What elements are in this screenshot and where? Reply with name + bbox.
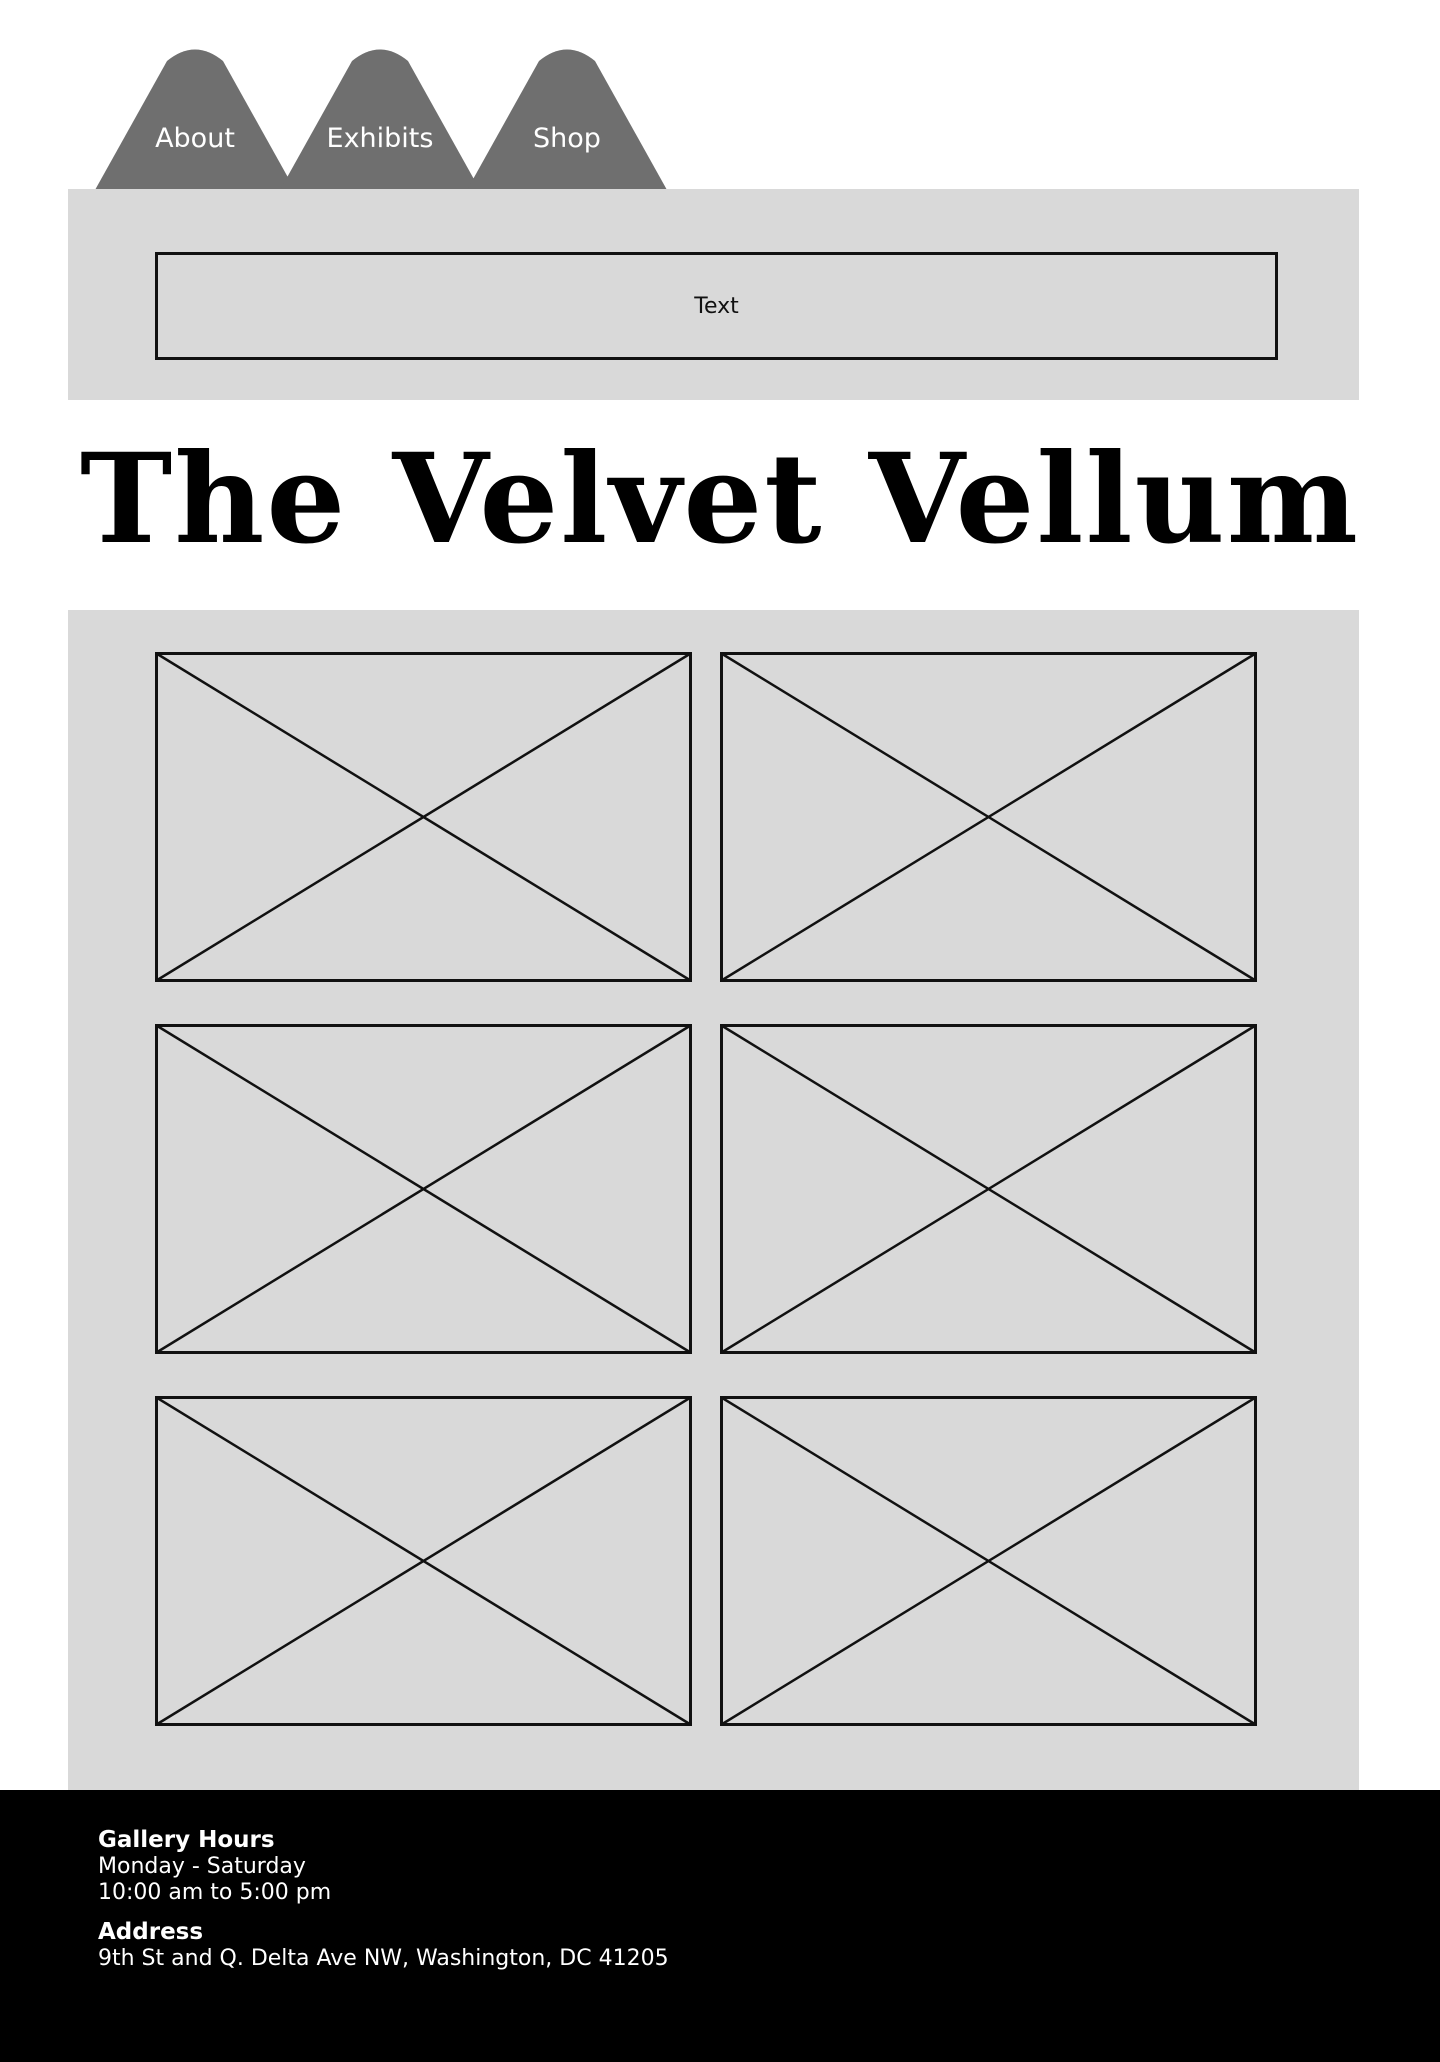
footer: Gallery Hours Monday - Saturday 10:00 am… bbox=[0, 1790, 1440, 2062]
image-placeholder[interactable] bbox=[155, 1024, 692, 1354]
image-placeholder[interactable] bbox=[720, 1024, 1257, 1354]
tab-shape bbox=[95, 49, 295, 190]
image-placeholder-icon bbox=[720, 1396, 1257, 1726]
gallery-hours-heading: Gallery Hours bbox=[98, 1827, 275, 1853]
nav-tab-about-label: About bbox=[155, 123, 235, 154]
nav-tab-exhibits-label: Exhibits bbox=[326, 123, 434, 154]
nav-tab-shop[interactable]: Shop bbox=[467, 48, 667, 190]
image-placeholder[interactable] bbox=[155, 1396, 692, 1726]
tab-shape bbox=[280, 49, 480, 190]
address-line: 9th St and Q. Delta Ave NW, Washington, … bbox=[98, 1946, 669, 1971]
gallery-panel bbox=[68, 610, 1359, 1790]
image-placeholder-icon bbox=[155, 1024, 692, 1354]
page-title: The Velvet Vellum bbox=[80, 427, 1360, 572]
image-placeholder[interactable] bbox=[720, 652, 1257, 982]
text-box[interactable]: Text bbox=[155, 252, 1278, 360]
gallery-hours-days: Monday - Saturday bbox=[98, 1854, 306, 1879]
image-placeholder-icon bbox=[720, 1024, 1257, 1354]
top-panel: Text bbox=[68, 189, 1359, 400]
image-placeholder-icon bbox=[720, 652, 1257, 982]
gallery-hours-time: 10:00 am to 5:00 pm bbox=[98, 1880, 332, 1905]
address-heading: Address bbox=[98, 1919, 204, 1945]
tab-shape bbox=[467, 49, 667, 190]
image-placeholder-icon bbox=[155, 1396, 692, 1726]
nav-tab-exhibits[interactable]: Exhibits bbox=[280, 48, 480, 190]
nav-tab-shop-label: Shop bbox=[533, 123, 601, 154]
image-placeholder[interactable] bbox=[720, 1396, 1257, 1726]
main-nav: About Exhibits Shop bbox=[95, 48, 675, 190]
nav-tab-about[interactable]: About bbox=[95, 48, 295, 190]
image-placeholder[interactable] bbox=[155, 652, 692, 982]
image-placeholder-icon bbox=[155, 652, 692, 982]
text-box-label: Text bbox=[694, 293, 739, 319]
